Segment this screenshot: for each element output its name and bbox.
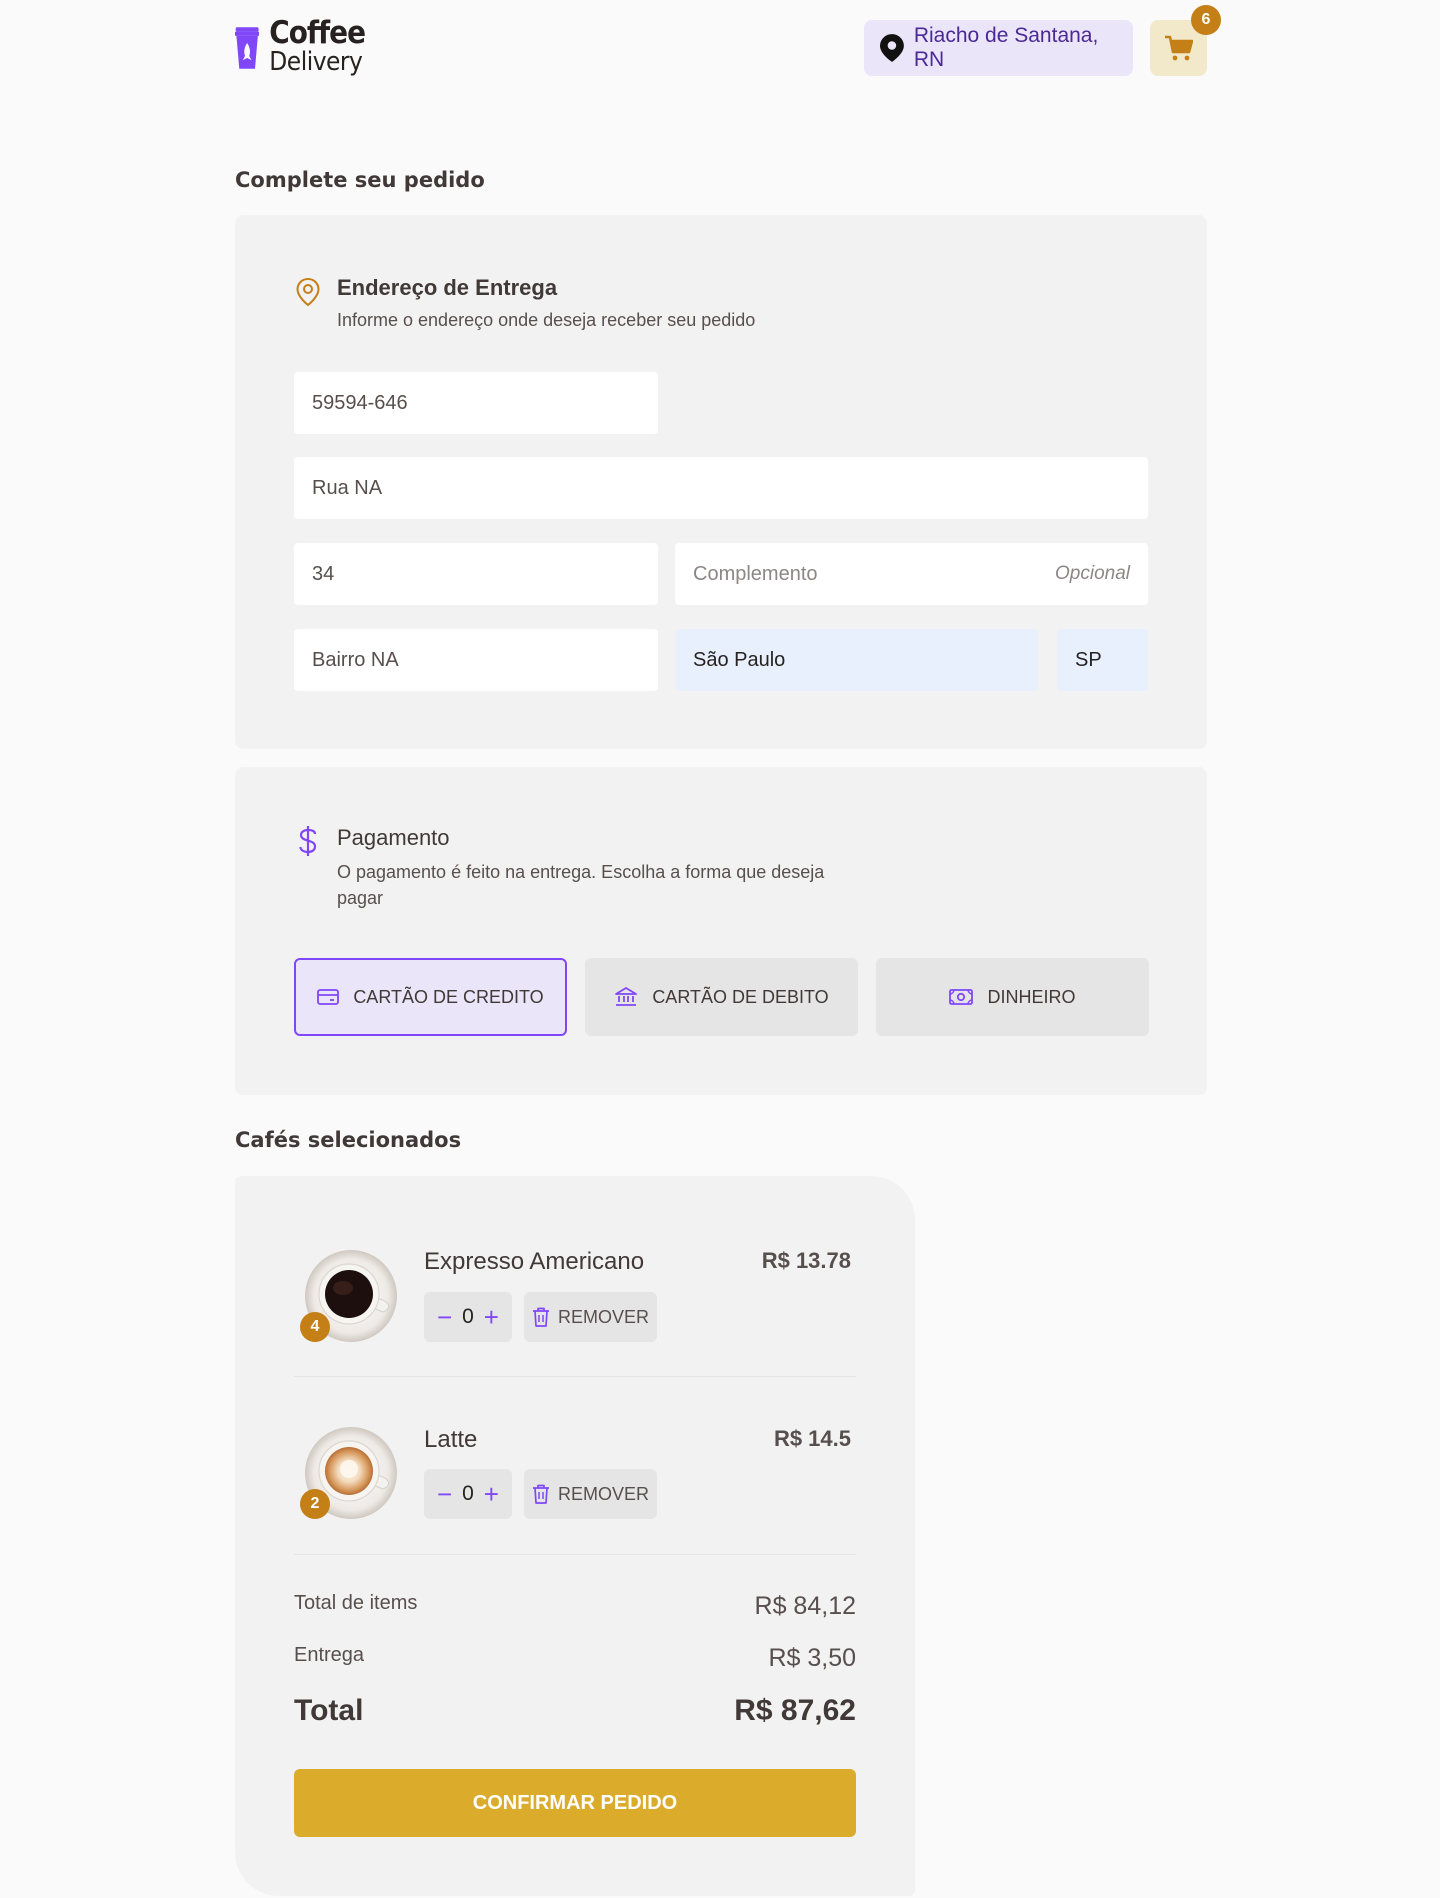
items-total-value: R$ 84,12 <box>754 1592 856 1620</box>
logo[interactable]: Coffee Delivery <box>235 15 366 78</box>
delivery-label: Entrega <box>294 1644 365 1666</box>
number-input[interactable]: 34 <box>294 543 658 605</box>
location-text: Riacho de Santana, RN <box>913 24 1099 71</box>
item-qty-badge: 2 <box>300 1489 330 1519</box>
plus-button[interactable]: + <box>484 1481 499 1507</box>
remove-button[interactable]: REMOVER <box>524 1469 657 1519</box>
stepper-value: 0 <box>462 1482 474 1505</box>
confirm-order-button[interactable]: CONFIRMAR PEDIDO <box>294 1769 856 1837</box>
logo-line2: Delivery <box>269 47 363 77</box>
logo-line1: Coffee <box>269 15 366 51</box>
payment-subheading-line1: O pagamento é feito na entrega. Escolha … <box>337 862 825 882</box>
cep-input[interactable]: 59594-646 <box>294 372 658 434</box>
state-input[interactable]: SP <box>1057 629 1148 691</box>
address-subheading: Informe o endereço onde deseja receber s… <box>337 310 756 330</box>
bank-icon <box>615 987 638 1006</box>
state-value: SP <box>1075 648 1102 671</box>
shopping-cart-icon <box>1164 35 1193 61</box>
map-pin-icon <box>880 34 904 62</box>
street-input[interactable]: Rua NA <box>294 457 1148 519</box>
payment-debit-label: CARTÃO DE DEBITO <box>652 986 829 1007</box>
address-card: Endereço de Entrega Informe o endereço o… <box>235 215 1207 749</box>
payment-subheading-line2: pagar <box>337 888 384 908</box>
item-price: R$ 14.5 <box>773 1426 851 1451</box>
complement-input[interactable]: Complemento Opcional <box>675 543 1148 605</box>
order-section-title: Complete seu pedido <box>235 168 485 192</box>
payment-cash-label: DINHEIRO <box>987 986 1076 1007</box>
map-pin-outline-icon <box>296 277 320 307</box>
neighborhood-input[interactable]: Bairro NA <box>294 629 658 691</box>
location-button[interactable]: Riacho de Santana, RN <box>864 20 1133 76</box>
trash-icon <box>532 1307 549 1327</box>
item-divider <box>294 1554 856 1555</box>
item-divider <box>294 1376 856 1377</box>
total-value: R$ 87,62 <box>734 1694 856 1727</box>
quantity-stepper[interactable]: − 0 + <box>424 1469 512 1519</box>
address-heading: Endereço de Entrega <box>337 275 558 300</box>
items-total-label: Total de items <box>294 1592 418 1614</box>
payment-subheading: O pagamento é feito na entrega. Escolha … <box>337 859 824 911</box>
payment-cash-button[interactable]: DINHEIRO <box>876 958 1149 1036</box>
minus-button[interactable]: − <box>437 1304 452 1330</box>
payment-credit-label: CARTÃO DE CREDITO <box>353 986 544 1007</box>
total-label: Total <box>294 1694 364 1727</box>
item-qty-badge: 4 <box>300 1312 330 1342</box>
remove-label: REMOVER <box>557 1483 649 1504</box>
credit-card-icon <box>317 989 340 1005</box>
complement-optional-label: Opcional <box>1055 563 1130 584</box>
payment-debit-button[interactable]: CARTÃO DE DEBITO <box>585 958 858 1036</box>
stepper-value: 0 <box>462 1305 474 1328</box>
confirm-order-label: CONFIRMAR PEDIDO <box>472 1791 678 1814</box>
cart-count-badge: 6 <box>1191 5 1221 35</box>
payment-heading: Pagamento <box>337 825 450 850</box>
cep-value: 59594-646 <box>312 391 408 414</box>
neighborhood-value: Bairro NA <box>312 648 399 671</box>
street-value: Rua NA <box>312 476 383 499</box>
item-name: Expresso Americano <box>424 1248 645 1275</box>
coffee-cup-logo-icon <box>235 27 260 69</box>
item-name: Latte <box>424 1426 478 1453</box>
cart-section-title: Cafés selecionados <box>235 1128 462 1152</box>
quantity-stepper[interactable]: − 0 + <box>424 1292 512 1342</box>
payment-card: Pagamento O pagamento é feito na entrega… <box>235 767 1207 1095</box>
logo-text: Coffee Delivery <box>269 15 366 77</box>
dollar-sign-icon <box>299 826 317 856</box>
address-header: Endereço de Entrega Informe o endereço o… <box>295 275 755 333</box>
city-value: São Paulo <box>693 648 786 671</box>
number-value: 34 <box>312 562 335 585</box>
payment-credit-button[interactable]: CARTÃO DE CREDITO <box>294 958 567 1036</box>
minus-button[interactable]: − <box>437 1481 452 1507</box>
cart-card: 4 Expresso Americano R$ 13.78 − 0 + REMO… <box>235 1176 915 1896</box>
payment-header: Pagamento O pagamento é feito na entrega… <box>295 825 824 911</box>
plus-button[interactable]: + <box>484 1304 499 1330</box>
remove-label: REMOVER <box>557 1306 649 1327</box>
item-price: R$ 13.78 <box>761 1248 851 1273</box>
remove-button[interactable]: REMOVER <box>524 1292 657 1342</box>
city-input[interactable]: São Paulo <box>675 629 1038 691</box>
complement-placeholder: Complemento <box>693 562 818 585</box>
money-icon <box>949 989 974 1005</box>
delivery-value: R$ 3,50 <box>768 1644 856 1672</box>
trash-icon <box>532 1484 549 1504</box>
